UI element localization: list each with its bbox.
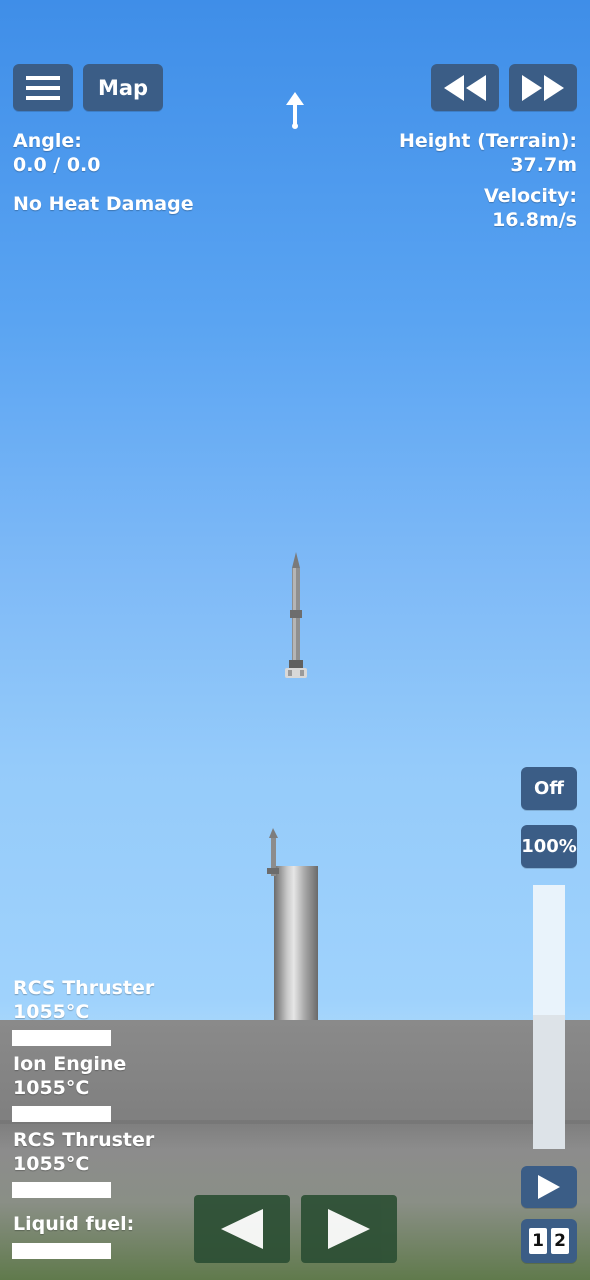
stage-play-button[interactable] [521, 1166, 577, 1208]
stage-box-1: 1 [529, 1228, 547, 1254]
height-value: 37.7m [510, 154, 577, 176]
right-arrow-icon [328, 1209, 370, 1249]
fast-forward-button[interactable] [509, 64, 577, 111]
hamburger-menu-icon [26, 75, 60, 100]
map-button-label: Map [97, 75, 149, 100]
rewind-button[interactable] [431, 64, 499, 111]
left-arrow-icon [221, 1209, 263, 1249]
launch-pad-antenna [267, 828, 279, 876]
launch-pad-tower [274, 866, 318, 1020]
liquid-fuel-bar [12, 1243, 111, 1259]
rewind-icon [444, 74, 486, 101]
stage-box-2: 2 [551, 1228, 569, 1254]
rotate-right-button[interactable] [301, 1195, 397, 1263]
heat-status: No Heat Damage [13, 193, 194, 215]
rcs-toggle-button[interactable]: Off [521, 767, 577, 810]
part-name-2: Ion Engine [13, 1053, 127, 1075]
up-arrow-icon [286, 92, 304, 129]
liquid-fuel-label: Liquid fuel: [13, 1213, 135, 1235]
throttle-value-button[interactable]: 100% [521, 825, 577, 868]
rcs-toggle-label: Off [534, 778, 564, 799]
part-heat-bar-2 [12, 1106, 111, 1122]
throttle-slider-fill [533, 1015, 565, 1149]
part-temp-1: 1055°C [13, 1001, 90, 1023]
stage-selector-button[interactable]: 1 2 [521, 1219, 577, 1263]
angle-value: 0.0 / 0.0 [13, 154, 101, 176]
velocity-label: Velocity: [484, 185, 577, 207]
menu-button[interactable] [13, 64, 73, 111]
throttle-label: 100% [521, 836, 577, 857]
part-heat-bar-1 [12, 1030, 111, 1046]
rocket [285, 552, 307, 678]
rotate-left-button[interactable] [194, 1195, 290, 1263]
part-temp-3: 1055°C [13, 1153, 90, 1175]
height-label: Height (Terrain): [398, 130, 577, 152]
map-button[interactable]: Map [83, 64, 163, 111]
part-temp-2: 1055°C [13, 1077, 90, 1099]
part-heat-bar-3 [12, 1182, 111, 1198]
angle-label: Angle: [13, 130, 82, 152]
velocity-value: 16.8m/s [492, 209, 577, 231]
play-icon [538, 1175, 560, 1199]
part-name-1: RCS Thruster [13, 977, 155, 999]
part-name-3: RCS Thruster [13, 1129, 155, 1151]
fast-forward-icon [522, 74, 564, 101]
